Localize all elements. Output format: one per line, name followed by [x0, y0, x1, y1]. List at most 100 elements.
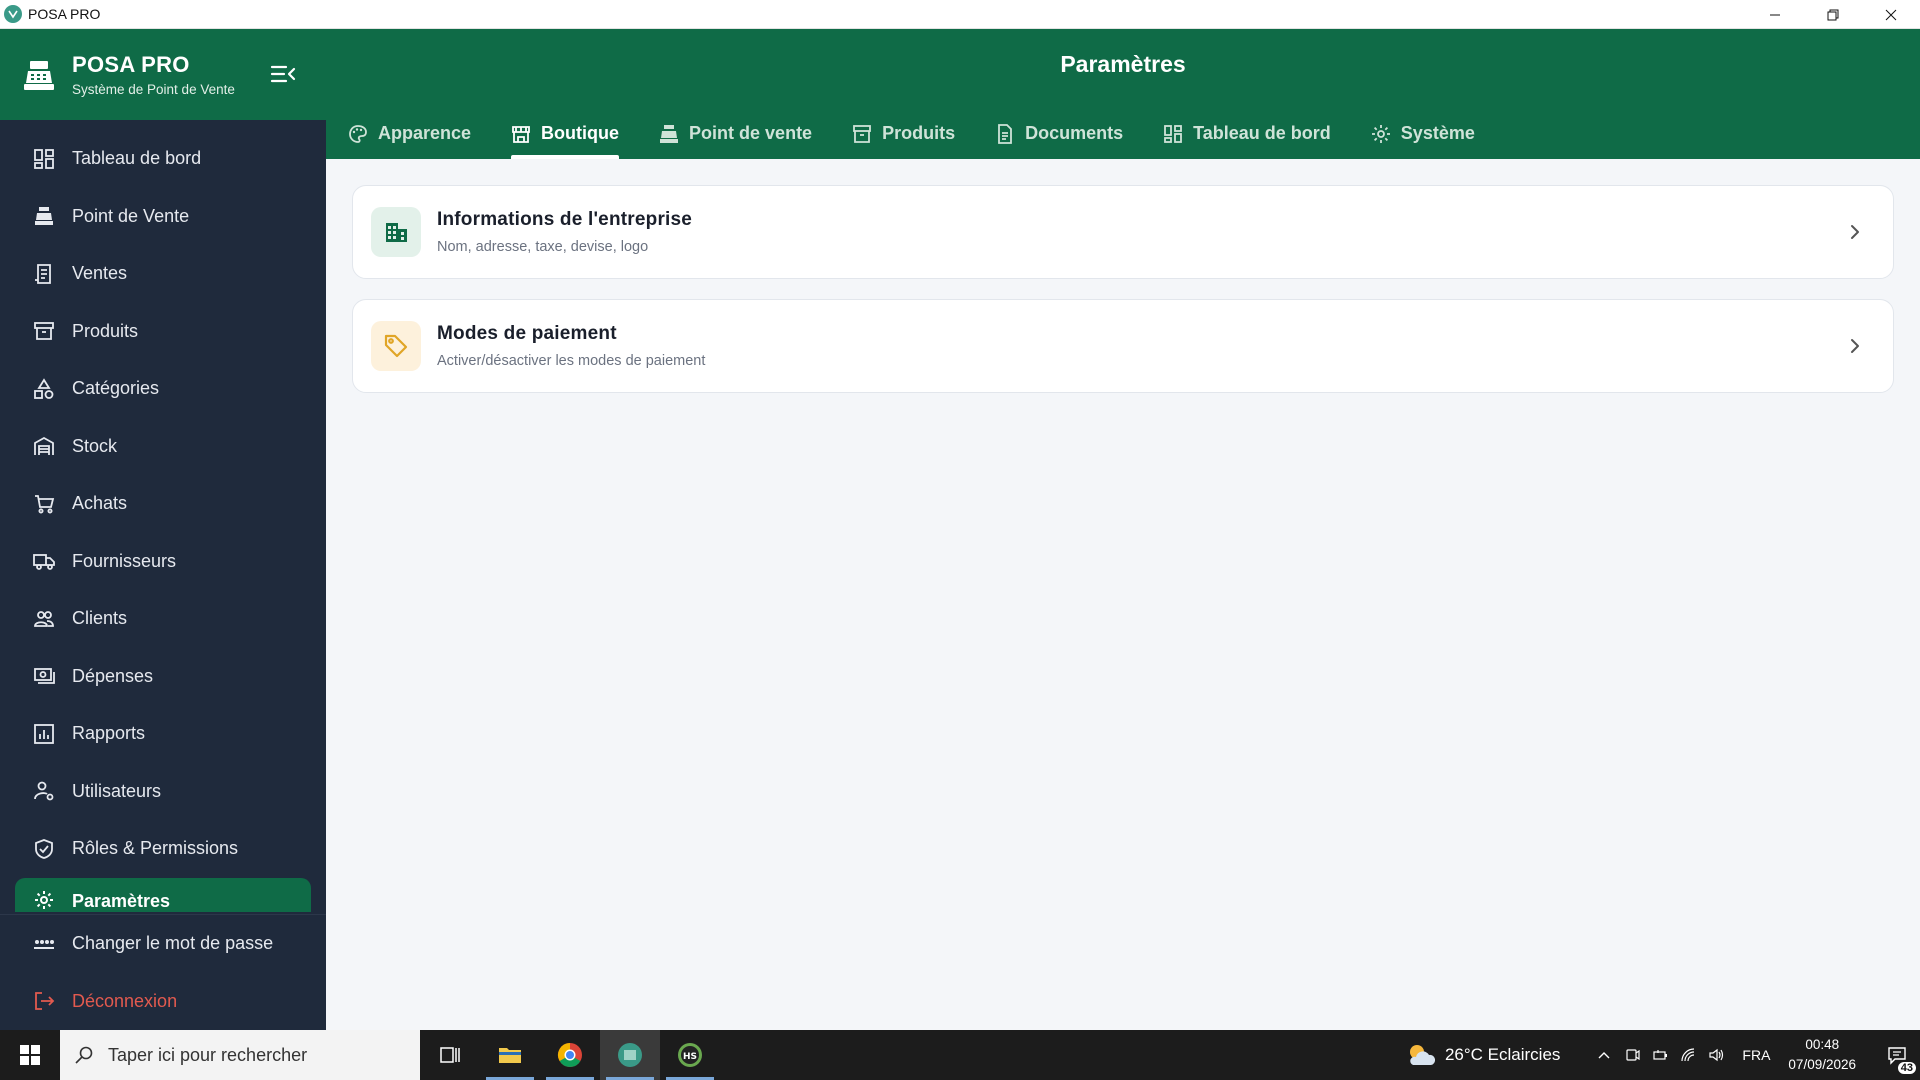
- sidebar-item-rapports[interactable]: Rapports: [0, 705, 326, 763]
- task-view-icon: [440, 1047, 460, 1063]
- gear-icon: [32, 888, 56, 912]
- task-view-button[interactable]: [420, 1030, 480, 1080]
- folder-icon: [499, 1048, 521, 1063]
- show-hidden-icons-button[interactable]: [1590, 1030, 1618, 1080]
- sidebar-item-label: Déconnexion: [72, 990, 178, 1011]
- sidebar-item-stock[interactable]: Stock: [0, 418, 326, 476]
- tab-boutique[interactable]: Boutique: [511, 109, 620, 159]
- sidebar-item-dashboard[interactable]: Tableau de bord: [0, 130, 326, 188]
- sidebar-item-label: Rôles & Permissions: [72, 838, 239, 859]
- clock-date: 07/09/2026: [1788, 1057, 1856, 1072]
- money-icon: [32, 664, 56, 688]
- tab-label: Boutique: [541, 123, 620, 143]
- close-button[interactable]: [1862, 0, 1920, 29]
- sidebar-item-parametres[interactable]: Paramètres: [15, 877, 311, 912]
- card-title: Modes de paiement: [437, 323, 617, 344]
- clock[interactable]: 00:48 07/09/2026: [1788, 1035, 1856, 1075]
- sidebar-item-label: Paramètres: [72, 890, 171, 911]
- sidebar-item-fournisseurs[interactable]: Fournisseurs: [0, 533, 326, 591]
- building-icon: [371, 207, 421, 257]
- posa-pro-app[interactable]: [600, 1030, 660, 1080]
- payment-modes-card[interactable]: Modes de paiement Activer/désactiver les…: [352, 299, 1894, 393]
- archive-icon: [32, 319, 56, 343]
- company-info-card[interactable]: Informations de l'entreprise Nom, adress…: [352, 185, 1894, 279]
- sidebar-item-label: Ventes: [72, 263, 128, 284]
- sidebar-item-label: Changer le mot de passe: [72, 933, 274, 954]
- sidebar-item-label: Clients: [72, 608, 128, 629]
- notification-center-button[interactable]: 43: [1874, 1030, 1920, 1080]
- clock-time: 00:48: [1805, 1037, 1840, 1052]
- sidebar-item-utilisateurs[interactable]: Utilisateurs: [0, 763, 326, 821]
- taskbar-search[interactable]: Taper ici pour rechercher: [60, 1030, 420, 1080]
- sidebar-item-label: Achats: [72, 493, 128, 514]
- battery-icon[interactable]: [1646, 1030, 1674, 1080]
- weather-cloud-sun-icon: [1409, 1045, 1436, 1065]
- sidebar-item-point-de-vente[interactable]: Point de Vente: [0, 188, 326, 246]
- tab-point-de-vente[interactable]: Point de vente: [659, 109, 812, 158]
- tab-systeme[interactable]: Système: [1371, 109, 1475, 158]
- change-password-button[interactable]: Changer le mot de passe: [0, 915, 326, 973]
- logout-button[interactable]: Déconnexion: [0, 973, 326, 1031]
- bar-chart-icon: [32, 722, 56, 746]
- tab-label: Point de vente: [689, 123, 813, 143]
- sidebar-item-label: Produits: [72, 320, 139, 341]
- card-subtitle: Activer/désactiver les modes de paiement: [437, 353, 706, 369]
- file-explorer-app[interactable]: [480, 1030, 540, 1080]
- sidebar-item-produits[interactable]: Produits: [0, 303, 326, 361]
- minimize-button[interactable]: [1746, 0, 1804, 29]
- truck-icon: [32, 549, 56, 573]
- chevron-up-icon: [1598, 1052, 1610, 1059]
- tab-tableau-de-bord[interactable]: Tableau de bord: [1163, 109, 1331, 158]
- tab-produits[interactable]: Produits: [852, 109, 955, 158]
- close-icon: [1885, 9, 1897, 20]
- chevron-right-icon: [1845, 222, 1865, 242]
- page-title: Paramètres: [1060, 51, 1186, 77]
- sidebar-item-roles-permissions[interactable]: Rôles & Permissions: [0, 820, 326, 878]
- sidebar-item-label: Fournisseurs: [72, 550, 177, 571]
- card-subtitle: Nom, adresse, taxe, devise, logo: [437, 239, 649, 255]
- start-button[interactable]: [0, 1030, 60, 1080]
- document-icon: [995, 123, 1017, 145]
- menu-collapse-icon: [270, 65, 296, 83]
- shield-check-icon: [32, 837, 56, 861]
- sidebar-item-label: Point de Vente: [72, 205, 190, 226]
- receipt-icon: [32, 262, 56, 286]
- tab-label: Tableau de bord: [1193, 123, 1331, 143]
- language-indicator[interactable]: FRA: [1742, 1047, 1770, 1063]
- sidebar-item-clients[interactable]: Clients: [0, 590, 326, 648]
- sidebar-item-categories[interactable]: Catégories: [0, 360, 326, 418]
- restore-button[interactable]: [1804, 0, 1862, 29]
- sidebar-item-label: Dépenses: [72, 665, 154, 686]
- app-logo-icon: [4, 5, 22, 23]
- brand-subtitle: Système de Point de Vente: [72, 82, 235, 97]
- settings-header: Paramètres Apparence Boutique Point de v…: [326, 29, 1920, 159]
- tab-documents[interactable]: Documents: [995, 109, 1123, 158]
- palette-icon: [348, 123, 370, 145]
- sidebar-item-ventes[interactable]: Ventes: [0, 245, 326, 303]
- store-icon: [511, 123, 533, 145]
- cash-register-icon: [20, 56, 58, 94]
- password-icon: [32, 932, 56, 956]
- settings-tabs: Apparence Boutique Point de vente Produi…: [348, 109, 1515, 159]
- system-tray: 26°C Eclaircies FRA 00:48 07/09/2026 43: [1405, 1030, 1920, 1080]
- cash-register-icon: [659, 123, 681, 145]
- user-gear-icon: [32, 779, 56, 803]
- restore-icon: [1827, 9, 1839, 20]
- sidebar-item-depenses[interactable]: Dépenses: [0, 648, 326, 706]
- collapse-sidebar-button[interactable]: [270, 63, 296, 85]
- sidebar-item-achats[interactable]: Achats: [0, 475, 326, 533]
- minimize-icon: [1770, 14, 1780, 15]
- tab-apparence[interactable]: Apparence: [348, 109, 471, 158]
- hs-app[interactable]: HS: [660, 1030, 720, 1080]
- users-icon: [32, 607, 56, 631]
- posa-pro-icon: [618, 1043, 642, 1067]
- sidebar-item-label: Stock: [72, 435, 118, 456]
- sidebar-item-label: Catégories: [72, 378, 160, 399]
- chrome-app[interactable]: [540, 1030, 600, 1080]
- weather-widget[interactable]: 26°C Eclaircies: [1405, 1041, 1560, 1069]
- brand-title: POSA PRO: [72, 52, 190, 77]
- wifi-icon[interactable]: [1674, 1030, 1702, 1080]
- meet-icon[interactable]: [1618, 1030, 1646, 1080]
- volume-icon[interactable]: [1702, 1030, 1730, 1080]
- shapes-icon: [32, 377, 56, 401]
